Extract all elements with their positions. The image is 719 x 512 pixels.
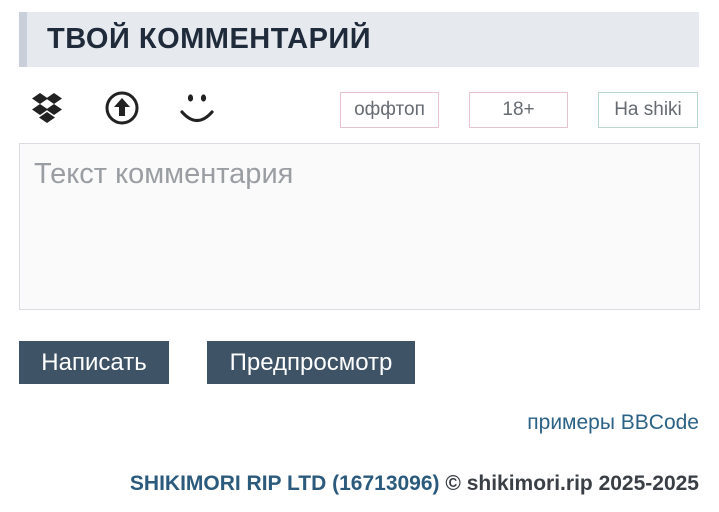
- footer: SHIKIMORI RIP LTD (16713096) © shikimori…: [130, 472, 699, 496]
- footer-copyright: © shikimori.rip 2025-2025: [445, 472, 699, 495]
- dropbox-icon[interactable]: [28, 89, 66, 127]
- upload-icon[interactable]: [103, 89, 141, 127]
- comment-textarea[interactable]: [19, 143, 700, 310]
- comment-header: ТВОЙ КОММЕНТАРИЙ: [19, 12, 699, 67]
- comment-form: ТВОЙ КОММЕНТАРИЙ оффтоп 18+ На shiki Тек…: [0, 0, 719, 512]
- page-title: ТВОЙ КОММЕНТАРИЙ: [47, 23, 372, 55]
- offtopic-tag-button[interactable]: оффтоп: [340, 92, 439, 128]
- shiki-tag-button[interactable]: На shiki: [598, 92, 698, 128]
- footer-company: SHIKIMORI RIP LTD (16713096): [129, 472, 440, 495]
- bbcode-examples-link[interactable]: примеры BBCode: [527, 411, 699, 435]
- submit-button[interactable]: Написать: [19, 341, 169, 384]
- smiley-icon[interactable]: [178, 89, 216, 127]
- adult-tag-button[interactable]: 18+: [469, 92, 568, 128]
- preview-button[interactable]: Предпросмотр: [207, 341, 415, 384]
